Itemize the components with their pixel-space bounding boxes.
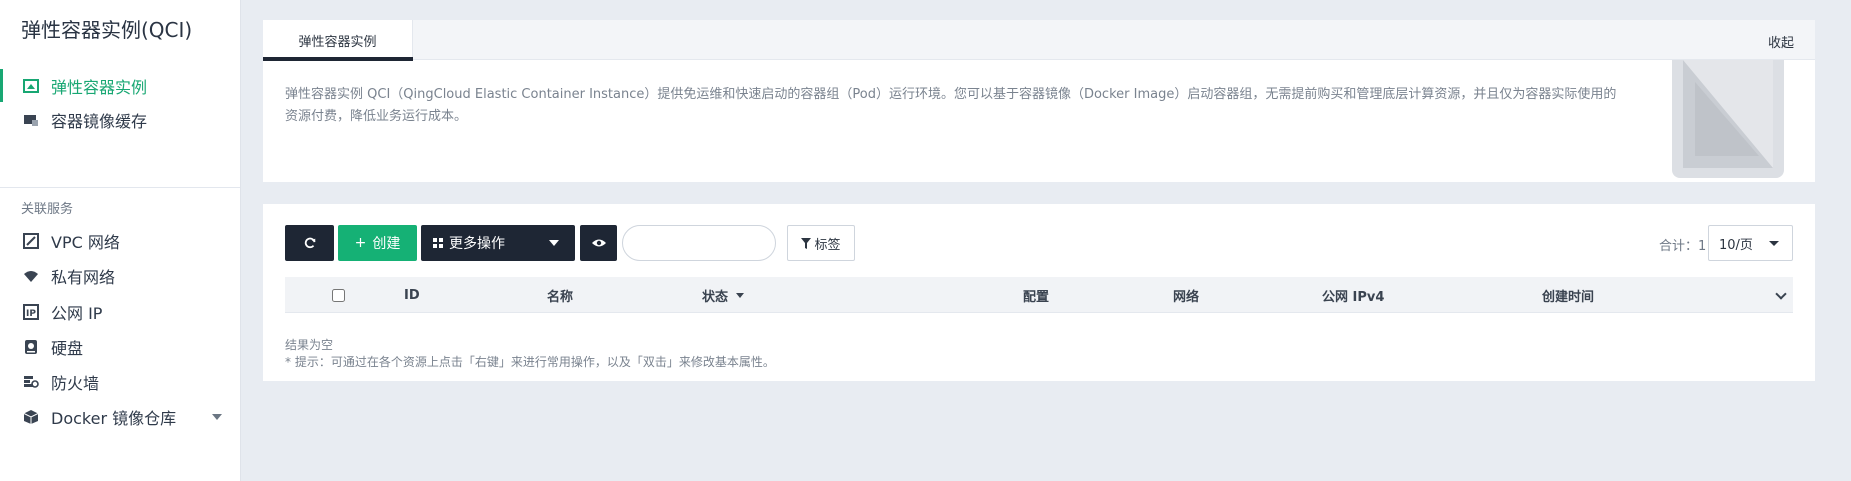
select-all-checkbox[interactable] <box>332 289 345 302</box>
wifi-icon <box>23 268 39 284</box>
sidebar-item-firewall[interactable]: 防火墙 <box>0 365 240 398</box>
sidebar-item-qci[interactable]: 弹性容器实例 <box>0 69 240 102</box>
sort-down-icon <box>736 292 745 298</box>
more-actions-label: 更多操作 <box>449 236 505 252</box>
filter-icon <box>801 237 812 249</box>
eye-icon <box>591 239 606 247</box>
grid-icon <box>433 238 443 248</box>
container-instance-icon <box>23 78 39 94</box>
column-header-config[interactable]: 配置 <box>1023 277 1049 313</box>
chevron-down-icon <box>1769 241 1779 246</box>
column-visibility-button[interactable] <box>580 225 617 261</box>
sidebar-item-private-network[interactable]: 私有网络 <box>0 259 240 292</box>
sidebar-item-label: 弹性容器实例 <box>51 77 148 97</box>
vpc-icon <box>23 232 39 249</box>
more-actions-button[interactable]: 更多操作 <box>421 225 575 261</box>
sidebar-divider <box>0 187 240 188</box>
plus-icon: + <box>354 235 367 251</box>
empty-result-text: 结果为空 <box>285 338 334 352</box>
column-header-id[interactable]: ID <box>404 277 420 313</box>
page-size-value: 10/页 <box>1719 237 1753 253</box>
sidebar-item-label: VPC 网络 <box>51 232 120 252</box>
sidebar-item-vpc[interactable]: VPC 网络 <box>0 224 240 257</box>
total-count: 合计：1 <box>1659 239 1707 254</box>
sidebar-item-label: 防火墙 <box>51 373 100 393</box>
refresh-icon <box>304 237 315 249</box>
sidebar-title: 弹性容器实例(QCI) <box>21 18 193 42</box>
related-services-heading: 关联服务 <box>21 202 74 217</box>
sidebar-item-image-cache[interactable]: 容器镜像缓存 <box>0 103 240 136</box>
refresh-button[interactable] <box>285 225 334 261</box>
instance-table-panel: + 创建 更多操作 标签 合计：1 10/页 ID 名称 状态 配置 网络 公网… <box>263 204 1815 381</box>
column-header-name[interactable]: 名称 <box>547 277 573 313</box>
column-header-public-ipv4[interactable]: 公网 IPv4 <box>1322 277 1384 313</box>
sidebar-item-disk[interactable]: 硬盘 <box>0 330 240 363</box>
image-cache-icon <box>23 112 39 128</box>
tag-filter-label: 标签 <box>814 237 841 253</box>
sidebar-item-label: 公网 IP <box>51 303 103 323</box>
firewall-icon <box>23 374 39 390</box>
sidebar-item-public-ip[interactable]: IP 公网 IP <box>0 295 240 328</box>
sidebar-item-label: 私有网络 <box>51 267 116 287</box>
search-input[interactable] <box>622 225 776 261</box>
sidebar-item-label: 硬盘 <box>51 338 84 358</box>
sidebar-item-label: 容器镜像缓存 <box>51 111 148 131</box>
tag-filter-button[interactable]: 标签 <box>787 225 855 261</box>
package-icon <box>23 409 39 425</box>
chevron-down-icon[interactable] <box>1775 288 1787 300</box>
sidebar-item-docker-registry[interactable]: Docker 镜像仓库 <box>0 400 240 433</box>
sidebar-item-label: Docker 镜像仓库 <box>51 408 177 428</box>
sidebar: 弹性容器实例(QCI) 弹性容器实例 容器镜像缓存 关联服务 VPC 网络 私有… <box>0 0 241 481</box>
intro-tabbar: 弹性容器实例 收起 <box>263 20 1815 61</box>
column-header-created-time[interactable]: 创建时间 <box>1542 277 1594 313</box>
column-header-status[interactable]: 状态 <box>702 277 745 313</box>
svg-text:IP: IP <box>26 309 36 319</box>
create-button-label: 创建 <box>372 236 401 252</box>
chevron-down-icon <box>549 240 559 246</box>
intro-panel: 弹性容器实例 收起 弹性容器实例 QCI（QingCloud Elastic C… <box>263 20 1815 182</box>
column-header-network[interactable]: 网络 <box>1173 277 1199 313</box>
collapse-link[interactable]: 收起 <box>1768 32 1794 51</box>
chevron-down-icon[interactable] <box>212 414 222 420</box>
disk-icon <box>23 339 39 355</box>
table-header: ID 名称 状态 配置 网络 公网 IPv4 创建时间 <box>285 277 1793 313</box>
tab-qci[interactable]: 弹性容器实例 <box>263 20 413 61</box>
intro-description: 弹性容器实例 QCI（QingCloud Elastic Container I… <box>285 87 1617 124</box>
usage-hint-text: * 提示：可通过在各个资源上点击「右键」来进行常用操作，以及「双击」来修改基本属… <box>285 355 775 369</box>
ip-icon: IP <box>23 303 39 320</box>
page-size-select[interactable]: 10/页 <box>1708 225 1793 261</box>
product-illustration-icon <box>1669 60 1787 180</box>
column-header-status-label: 状态 <box>702 289 729 305</box>
create-button[interactable]: + 创建 <box>338 225 417 261</box>
